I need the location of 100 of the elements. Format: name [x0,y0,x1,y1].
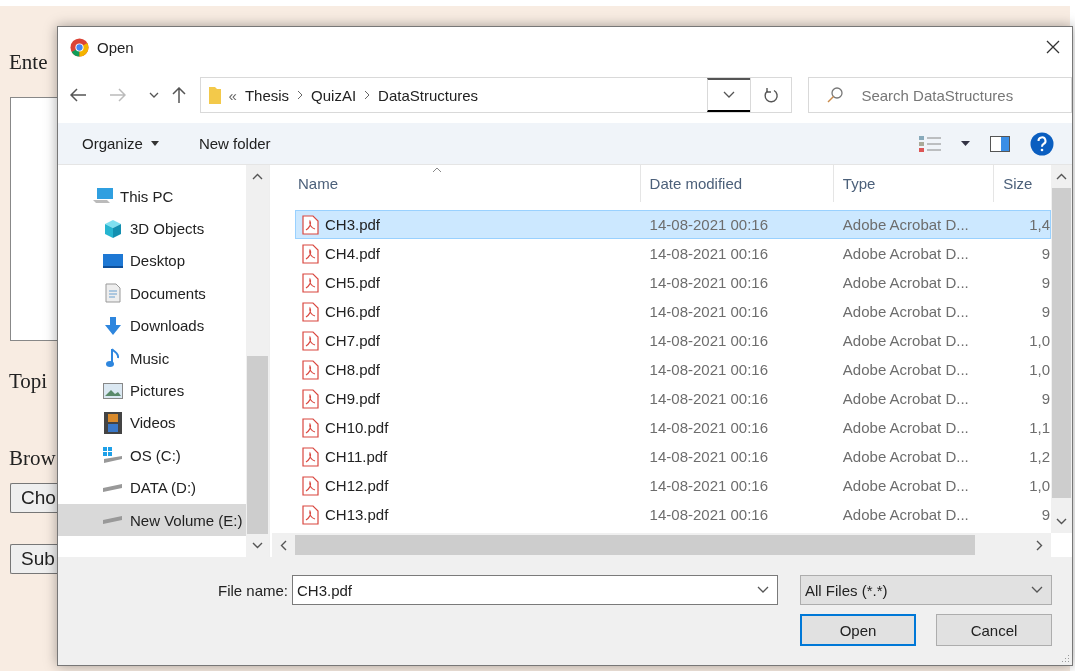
overflow-chevron[interactable]: « [228,86,237,104]
size-cell-text: 1,0 [1028,477,1050,494]
file-name: CH13.pdf [325,506,389,523]
breadcrumb-item[interactable]: QuizAI [311,86,357,104]
pdf-file-icon [302,359,319,380]
chevron-right-icon[interactable] [297,90,304,100]
nav-item[interactable]: OS (C:) [58,439,246,472]
search-input[interactable]: Search DataStructures [859,85,1064,105]
picture-icon [103,382,123,399]
scrollbar-thumb[interactable] [1052,188,1071,498]
size-cell-text: 9 [1040,303,1050,320]
file-name: CH10.pdf [325,419,389,436]
dropdown-icon[interactable] [961,141,970,146]
scroll-down-icon[interactable] [252,542,263,549]
scroll-down-icon[interactable] [1056,518,1067,525]
refresh-icon[interactable] [763,86,780,104]
file-row[interactable]: CH8.pdf 14-08-2021 00:16 Adobe Acrobat D... 1,0 [295,355,1051,384]
date-cell-text: 14-08-2021 00:16 [648,477,770,494]
file-row[interactable]: CH10.pdf 14-08-2021 00:16 Adobe Acrobat D... 1,1 [295,413,1051,442]
breadcrumb-item[interactable]: Thesis [244,86,290,104]
date-cell-text: 14-08-2021 00:16 [648,274,770,291]
scrollbar-thumb[interactable] [295,535,975,555]
preview-pane-icon[interactable] [990,135,1010,152]
scroll-up-icon[interactable] [252,173,263,180]
text-area[interactable] [10,97,57,341]
scroll-up-icon[interactable] [1056,173,1067,180]
column-header[interactable]: Size [994,165,1051,202]
file-row[interactable]: CH13.pdf 14-08-2021 00:16 Adobe Acrobat D... 9 [295,500,1051,529]
help-icon[interactable] [1030,131,1054,156]
file-name: CH4.pdf [325,245,381,262]
nav-item[interactable]: Desktop [58,244,246,278]
nav-item[interactable]: DATA (D:) [58,471,246,504]
chevron-down-icon[interactable] [722,91,735,99]
date-cell-text: 14-08-2021 00:16 [648,332,770,349]
caret-icon[interactable] [150,141,159,146]
file-name: CH5.pdf [325,274,381,291]
chevron-down-icon[interactable] [757,586,769,594]
cancel-button[interactable]: Cancel [936,614,1052,646]
cube-icon [103,218,123,239]
up-arrow-icon[interactable] [172,86,186,104]
file-row[interactable]: CH5.pdf 14-08-2021 00:16 Adobe Acrobat D... 9 [295,268,1051,297]
scroll-left-icon[interactable] [280,539,287,551]
column-header[interactable]: Date modified [640,165,834,202]
size-cell-text: 1,0 [1028,332,1050,349]
file-name: CH12.pdf [325,477,389,494]
file-name-field[interactable]: CH3.pdf [292,575,778,605]
choose-file-button[interactable]: Cho [10,483,57,513]
column-header[interactable]: Name [272,165,641,202]
chevron-down-icon[interactable] [1031,586,1043,594]
type-cell-text: Adobe Acrobat D... [841,274,970,291]
scrollbar-thumb[interactable] [247,356,268,534]
resize-grip-icon[interactable] [1060,653,1070,663]
music-note-icon [106,348,120,369]
recent-locations-icon[interactable] [148,91,160,99]
form-label: Brow [9,446,57,471]
nav-item[interactable]: 3D Objects [58,212,246,245]
nav-item[interactable]: Pictures [58,374,246,407]
form-label: Ente [9,50,49,75]
date-cell-text: 14-08-2021 00:16 [648,216,770,233]
file-row[interactable]: CH12.pdf 14-08-2021 00:16 Adobe Acrobat D... 1,0 [295,471,1051,500]
file-row[interactable]: CH4.pdf 14-08-2021 00:16 Adobe Acrobat D... 9 [295,239,1051,268]
nav-item[interactable]: Downloads [58,309,246,342]
organize-menu[interactable]: Organize [82,135,159,152]
view-options-icon[interactable] [919,135,941,152]
nav-item[interactable]: New Volume (E:) [58,503,246,537]
nav-item[interactable]: This PC [58,180,246,213]
breadcrumb-item[interactable]: DataStructures [378,86,479,104]
scroll-right-icon[interactable] [1036,539,1043,551]
pdf-file-icon [302,272,319,293]
address-dropdown[interactable] [706,78,750,112]
pdf-file-icon [302,504,319,525]
type-cell-text: Adobe Acrobat D... [841,303,970,320]
address-bar[interactable]: « Thesis QuizAI DataStructures [199,77,751,113]
nav-item[interactable]: Documents [58,277,246,310]
size-cell-text: 9 [1040,390,1050,407]
file-type-dropdown[interactable]: All Files (*.*) [800,575,1052,605]
file-name-input[interactable]: CH3.pdf [297,581,757,599]
pdf-file-icon [302,330,319,351]
submit-button[interactable]: Sub [10,544,57,574]
browser-logo-icon [70,37,89,57]
file-name: CH9.pdf [325,390,381,407]
file-row[interactable]: CH3.pdf 14-08-2021 00:16 Adobe Acrobat D... 1,4 [295,210,1051,239]
file-row[interactable]: CH6.pdf 14-08-2021 00:16 Adobe Acrobat D... 9 [295,297,1051,326]
size-cell-text: 9 [1040,274,1050,291]
back-arrow-icon[interactable] [70,88,87,102]
close-icon[interactable] [1046,40,1060,54]
file-row[interactable]: CH11.pdf 14-08-2021 00:16 Adobe Acrobat D... 1,2 [295,442,1051,471]
file-row[interactable]: CH7.pdf 14-08-2021 00:16 Adobe Acrobat D... 1,0 [295,326,1051,355]
file-row[interactable]: CH9.pdf 14-08-2021 00:16 Adobe Acrobat D... 9 [295,384,1051,413]
computer-icon [92,187,114,206]
nav-item[interactable]: Music [58,341,246,375]
date-cell-text: 14-08-2021 00:16 [648,245,770,262]
new-folder-button[interactable]: New folder [198,135,271,152]
nav-item[interactable]: Videos [58,406,246,440]
chevron-right-icon[interactable] [364,90,371,100]
date-cell-text: 14-08-2021 00:16 [648,506,770,523]
column-header[interactable]: Type [833,165,995,202]
open-button[interactable]: Open [800,614,916,646]
file-name: CH3.pdf [325,216,381,233]
search-field[interactable]: Search DataStructures [808,77,1072,113]
